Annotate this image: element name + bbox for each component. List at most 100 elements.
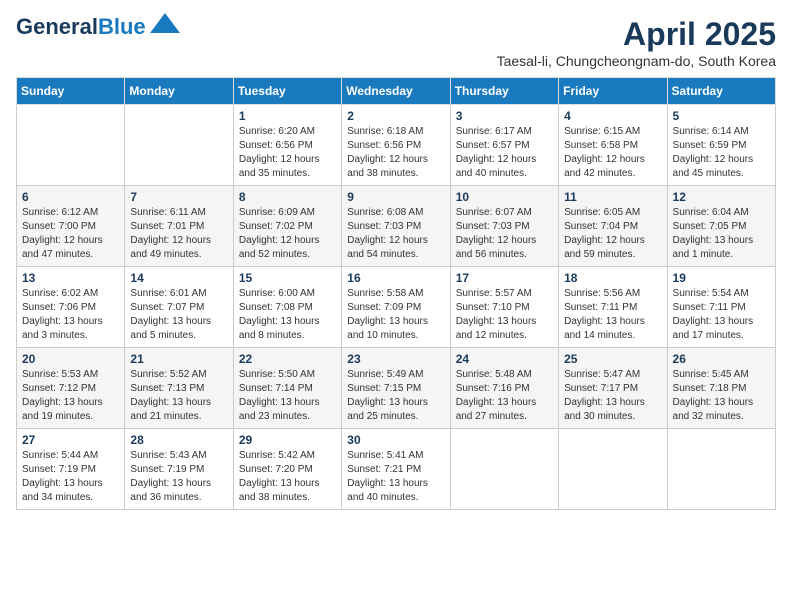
logo-icon	[150, 13, 180, 33]
day-number: 17	[456, 271, 553, 285]
calendar-cell: 26 Sunrise: 5:45 AM Sunset: 7:18 PM Dayli…	[667, 348, 775, 429]
day-info: Sunrise: 5:47 AM Sunset: 7:17 PM Dayligh…	[564, 368, 661, 424]
calendar-week-5: 27 Sunrise: 5:44 AM Sunset: 7:19 PM Dayli…	[17, 429, 776, 510]
month-title: April 2025	[497, 16, 776, 53]
day-number: 28	[130, 433, 227, 447]
day-number: 14	[130, 271, 227, 285]
calendar-cell: 27 Sunrise: 5:44 AM Sunset: 7:19 PM Dayli…	[17, 429, 125, 510]
day-info: Sunrise: 6:12 AM Sunset: 7:00 PM Dayligh…	[22, 206, 119, 262]
day-number: 6	[22, 190, 119, 204]
day-info: Sunrise: 5:42 AM Sunset: 7:20 PM Dayligh…	[239, 449, 336, 505]
day-info: Sunrise: 6:04 AM Sunset: 7:05 PM Dayligh…	[673, 206, 770, 262]
day-info: Sunrise: 6:17 AM Sunset: 6:57 PM Dayligh…	[456, 125, 553, 181]
calendar-cell: 21 Sunrise: 5:52 AM Sunset: 7:13 PM Dayli…	[125, 348, 233, 429]
day-info: Sunrise: 6:14 AM Sunset: 6:59 PM Dayligh…	[673, 125, 770, 181]
weekday-header-monday: Monday	[125, 78, 233, 105]
day-info: Sunrise: 5:49 AM Sunset: 7:15 PM Dayligh…	[347, 368, 444, 424]
day-number: 30	[347, 433, 444, 447]
day-number: 22	[239, 352, 336, 366]
calendar-cell: 4 Sunrise: 6:15 AM Sunset: 6:58 PM Daylig…	[559, 105, 667, 186]
day-number: 12	[673, 190, 770, 204]
weekday-header-row: SundayMondayTuesdayWednesdayThursdayFrid…	[17, 78, 776, 105]
weekday-header-thursday: Thursday	[450, 78, 558, 105]
day-info: Sunrise: 5:57 AM Sunset: 7:10 PM Dayligh…	[456, 287, 553, 343]
day-info: Sunrise: 5:45 AM Sunset: 7:18 PM Dayligh…	[673, 368, 770, 424]
day-number: 10	[456, 190, 553, 204]
calendar-table: SundayMondayTuesdayWednesdayThursdayFrid…	[16, 77, 776, 510]
day-number: 3	[456, 109, 553, 123]
day-number: 5	[673, 109, 770, 123]
calendar-cell: 10 Sunrise: 6:07 AM Sunset: 7:03 PM Dayli…	[450, 186, 558, 267]
day-info: Sunrise: 5:56 AM Sunset: 7:11 PM Dayligh…	[564, 287, 661, 343]
calendar-week-4: 20Sunrise: 5:53 AM Sunset: 7:12 PM Dayli…	[17, 348, 776, 429]
day-info: Sunrise: 5:43 AM Sunset: 7:19 PM Dayligh…	[130, 449, 227, 505]
calendar-cell: 12 Sunrise: 6:04 AM Sunset: 7:05 PM Dayli…	[667, 186, 775, 267]
calendar-cell: 29 Sunrise: 5:42 AM Sunset: 7:20 PM Dayli…	[233, 429, 341, 510]
calendar-week-1: 1 Sunrise: 6:20 AM Sunset: 6:56 PM Daylig…	[17, 105, 776, 186]
calendar-cell: 28 Sunrise: 5:43 AM Sunset: 7:19 PM Dayli…	[125, 429, 233, 510]
calendar-cell: 1 Sunrise: 6:20 AM Sunset: 6:56 PM Daylig…	[233, 105, 341, 186]
day-number: 27	[22, 433, 119, 447]
calendar-cell: 19 Sunrise: 5:54 AM Sunset: 7:11 PM Dayli…	[667, 267, 775, 348]
calendar-week-3: 13 Sunrise: 6:02 AM Sunset: 7:06 PM Dayli…	[17, 267, 776, 348]
day-info: Sunrise: 6:20 AM Sunset: 6:56 PM Dayligh…	[239, 125, 336, 181]
calendar-cell	[450, 429, 558, 510]
day-number: 2	[347, 109, 444, 123]
day-info: Sunrise: 5:54 AM Sunset: 7:11 PM Dayligh…	[673, 287, 770, 343]
day-info: Sunrise: 6:00 AM Sunset: 7:08 PM Dayligh…	[239, 287, 336, 343]
calendar-cell: 5 Sunrise: 6:14 AM Sunset: 6:59 PM Daylig…	[667, 105, 775, 186]
day-info: Sunrise: 6:08 AM Sunset: 7:03 PM Dayligh…	[347, 206, 444, 262]
day-info: Sunrise: 6:18 AM Sunset: 6:56 PM Dayligh…	[347, 125, 444, 181]
logo-text: GeneralBlue	[16, 16, 146, 38]
day-number: 7	[130, 190, 227, 204]
day-info: Sunrise: 6:02 AM Sunset: 7:06 PM Dayligh…	[22, 287, 119, 343]
page-header: GeneralBlue April 2025 Taesal-li, Chungc…	[16, 16, 776, 69]
day-number: 16	[347, 271, 444, 285]
calendar-cell: 20Sunrise: 5:53 AM Sunset: 7:12 PM Dayli…	[17, 348, 125, 429]
day-number: 1	[239, 109, 336, 123]
calendar-cell: 16 Sunrise: 5:58 AM Sunset: 7:09 PM Dayli…	[342, 267, 450, 348]
weekday-header-saturday: Saturday	[667, 78, 775, 105]
calendar-cell: 6 Sunrise: 6:12 AM Sunset: 7:00 PM Daylig…	[17, 186, 125, 267]
calendar-cell	[559, 429, 667, 510]
day-number: 8	[239, 190, 336, 204]
day-info: Sunrise: 6:01 AM Sunset: 7:07 PM Dayligh…	[130, 287, 227, 343]
day-number: 26	[673, 352, 770, 366]
calendar-cell: 22 Sunrise: 5:50 AM Sunset: 7:14 PM Dayli…	[233, 348, 341, 429]
day-number: 15	[239, 271, 336, 285]
day-number: 19	[673, 271, 770, 285]
day-info: Sunrise: 5:52 AM Sunset: 7:13 PM Dayligh…	[130, 368, 227, 424]
calendar-cell: 8 Sunrise: 6:09 AM Sunset: 7:02 PM Daylig…	[233, 186, 341, 267]
day-info: Sunrise: 5:48 AM Sunset: 7:16 PM Dayligh…	[456, 368, 553, 424]
calendar-cell: 7Sunrise: 6:11 AM Sunset: 7:01 PM Daylig…	[125, 186, 233, 267]
day-number: 21	[130, 352, 227, 366]
weekday-header-tuesday: Tuesday	[233, 78, 341, 105]
day-number: 29	[239, 433, 336, 447]
day-info: Sunrise: 5:58 AM Sunset: 7:09 PM Dayligh…	[347, 287, 444, 343]
calendar-cell: 17 Sunrise: 5:57 AM Sunset: 7:10 PM Dayli…	[450, 267, 558, 348]
day-info: Sunrise: 6:09 AM Sunset: 7:02 PM Dayligh…	[239, 206, 336, 262]
calendar-cell: 13 Sunrise: 6:02 AM Sunset: 7:06 PM Dayli…	[17, 267, 125, 348]
day-info: Sunrise: 5:41 AM Sunset: 7:21 PM Dayligh…	[347, 449, 444, 505]
day-number: 24	[456, 352, 553, 366]
day-info: Sunrise: 6:15 AM Sunset: 6:58 PM Dayligh…	[564, 125, 661, 181]
day-number: 23	[347, 352, 444, 366]
calendar-cell: 9 Sunrise: 6:08 AM Sunset: 7:03 PM Daylig…	[342, 186, 450, 267]
day-info: Sunrise: 5:44 AM Sunset: 7:19 PM Dayligh…	[22, 449, 119, 505]
day-number: 4	[564, 109, 661, 123]
weekday-header-wednesday: Wednesday	[342, 78, 450, 105]
calendar-cell: 2 Sunrise: 6:18 AM Sunset: 6:56 PM Daylig…	[342, 105, 450, 186]
day-number: 11	[564, 190, 661, 204]
day-info: Sunrise: 5:50 AM Sunset: 7:14 PM Dayligh…	[239, 368, 336, 424]
calendar-cell	[667, 429, 775, 510]
calendar-cell: 11Sunrise: 6:05 AM Sunset: 7:04 PM Dayli…	[559, 186, 667, 267]
day-number: 13	[22, 271, 119, 285]
calendar-cell	[17, 105, 125, 186]
calendar-cell: 18Sunrise: 5:56 AM Sunset: 7:11 PM Dayli…	[559, 267, 667, 348]
calendar-cell: 3 Sunrise: 6:17 AM Sunset: 6:57 PM Daylig…	[450, 105, 558, 186]
title-area: April 2025 Taesal-li, Chungcheongnam-do,…	[497, 16, 776, 69]
calendar-cell: 15 Sunrise: 6:00 AM Sunset: 7:08 PM Dayli…	[233, 267, 341, 348]
day-info: Sunrise: 6:07 AM Sunset: 7:03 PM Dayligh…	[456, 206, 553, 262]
weekday-header-friday: Friday	[559, 78, 667, 105]
day-number: 9	[347, 190, 444, 204]
